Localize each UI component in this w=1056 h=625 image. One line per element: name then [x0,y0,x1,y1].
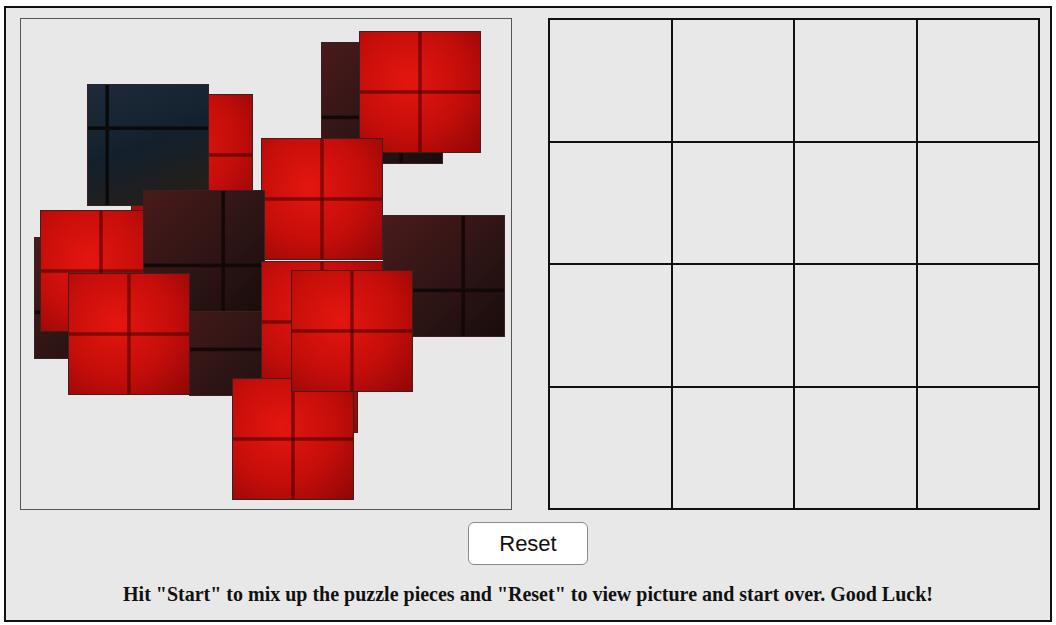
puzzle-piece[interactable] [68,273,190,395]
button-row: Reset [468,522,588,565]
piece-tray [20,18,512,510]
puzzle-board [548,18,1040,510]
board-slot[interactable] [794,387,917,510]
puzzle-piece[interactable] [87,84,209,206]
board-slot[interactable] [794,19,917,142]
puzzle-piece[interactable] [232,378,354,500]
puzzle-window: Reset Hit "Start" to mix up the puzzle pi… [4,6,1052,622]
instructions: Hit "Start" to mix up the puzzle pieces … [123,583,933,606]
board-slot[interactable] [917,19,1040,142]
board-slot[interactable] [672,387,795,510]
board-slot[interactable] [549,387,672,510]
board-slot[interactable] [917,387,1040,510]
board-slot[interactable] [672,19,795,142]
board-slot[interactable] [549,142,672,265]
puzzle-piece[interactable] [291,270,413,392]
reset-button[interactable]: Reset [468,522,588,565]
puzzle-piece[interactable] [359,31,481,153]
board-slot[interactable] [672,264,795,387]
board-slot[interactable] [917,264,1040,387]
play-area [18,18,1040,510]
board-slot[interactable] [672,142,795,265]
board-slot[interactable] [794,142,917,265]
board-slot[interactable] [917,142,1040,265]
board-slot[interactable] [549,19,672,142]
board-slot[interactable] [549,264,672,387]
puzzle-piece[interactable] [261,138,383,260]
board-slot[interactable] [794,264,917,387]
